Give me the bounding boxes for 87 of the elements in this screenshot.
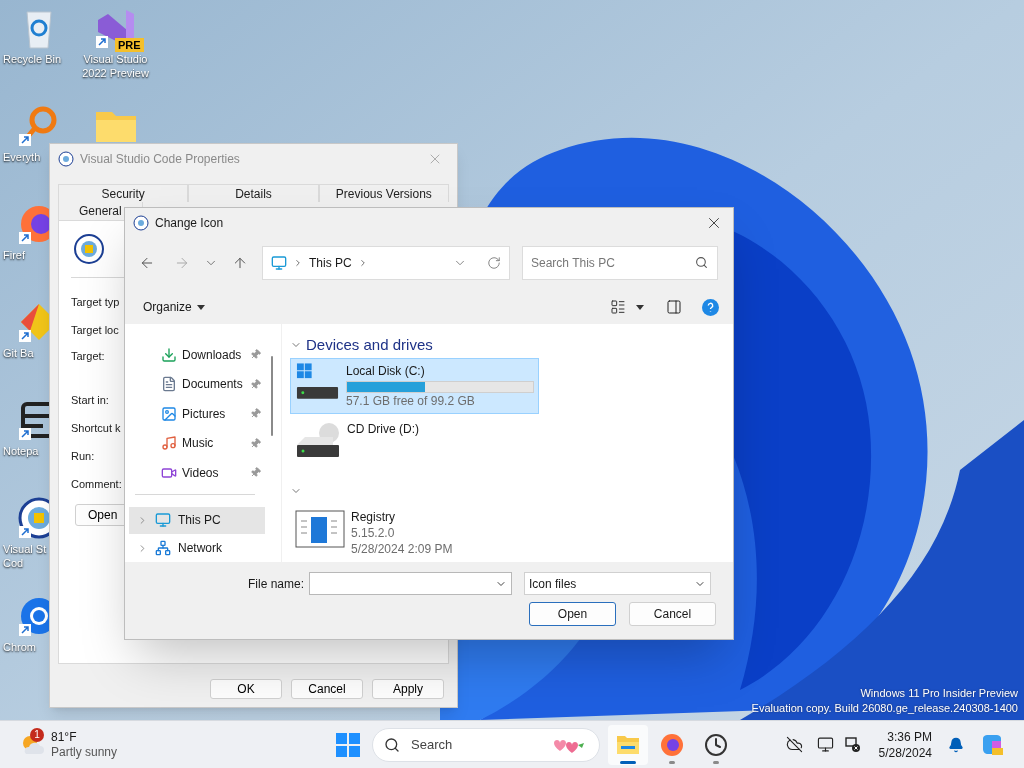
- clock-time[interactable]: 3:36 PM: [887, 728, 932, 745]
- item-name: CD Drive (D:): [347, 421, 420, 437]
- picture-icon: [161, 405, 177, 422]
- shortcut-arrow-icon: [18, 330, 31, 342]
- application-icon: [295, 509, 345, 549]
- shortcut-arrow-icon: [18, 134, 31, 146]
- browser-globe-icon: [660, 732, 685, 757]
- music-icon: [161, 435, 177, 452]
- search-icon: [695, 256, 708, 269]
- tab[interactable]: Security: [58, 184, 189, 202]
- search-field[interactable]: Search This PC: [522, 246, 718, 280]
- crest-icon: [133, 215, 149, 231]
- os-build-notice: Evaluation copy. Build 26080.ge_release.240308-1400: [751, 701, 1018, 716]
- field-label: Comment:: [71, 477, 122, 492]
- dialog-button[interactable]: Cancel: [291, 679, 363, 699]
- network-icon: [155, 540, 171, 557]
- item-detail: 5.15.2.0: [351, 525, 396, 541]
- item-detail: 5/28/2024 2:09 PM: [351, 541, 454, 557]
- folder-icon: [616, 733, 641, 756]
- monitor-icon: [271, 255, 287, 271]
- help-icon[interactable]: [702, 298, 719, 316]
- address-bar[interactable]: This PC: [262, 246, 510, 280]
- start-icon[interactable]: [336, 732, 361, 757]
- crest-icon: [58, 151, 74, 167]
- drive-item[interactable]: Local Disk (C:) 57.1 GB free of 99.2 GB: [290, 358, 539, 414]
- organize-button[interactable]: Organize: [143, 298, 205, 316]
- scrollbar-thumb[interactable]: [271, 356, 273, 436]
- up-icon[interactable]: [232, 255, 248, 271]
- item-name: Registry: [351, 509, 396, 525]
- refresh-icon[interactable]: [487, 256, 501, 270]
- field-label: File name:: [246, 575, 305, 593]
- dialog-button[interactable]: Open: [529, 602, 616, 626]
- field-label: Target:: [71, 349, 105, 364]
- field-label: Target loc: [71, 323, 119, 338]
- nav-item[interactable]: Downloads: [129, 340, 265, 370]
- shortcut-arrow-icon: [18, 526, 31, 538]
- window-title: Visual Studio Code Properties: [80, 151, 240, 168]
- preview-pane-icon[interactable]: [666, 299, 682, 315]
- breadcrumb[interactable]: This PC: [309, 254, 352, 272]
- monitor-icon[interactable]: [816, 736, 834, 753]
- nav-item[interactable]: Videos: [129, 458, 265, 488]
- group-header[interactable]: Devices and drives: [306, 333, 433, 357]
- download-icon: [161, 346, 177, 363]
- shortcut-arrow-icon: [18, 232, 31, 244]
- caret-icon: [196, 304, 205, 310]
- copilot-icon[interactable]: [980, 732, 1004, 757]
- shortcut-arrow-icon: [18, 624, 31, 636]
- nav-item[interactable]: Documents: [129, 369, 265, 400]
- monitor-icon: [155, 512, 171, 529]
- field-label: Target typ: [71, 295, 120, 310]
- crest-icon: [73, 233, 105, 265]
- nav-item[interactable]: Music: [129, 428, 265, 459]
- field-label: Shortcut k: [71, 421, 121, 436]
- cloud-off-icon[interactable]: [785, 736, 803, 753]
- tab[interactable]: Previous Versions: [318, 184, 449, 202]
- notifications-icon[interactable]: [948, 736, 964, 753]
- item-detail: 57.1 GB free of 99.2 GB: [346, 393, 476, 409]
- caret-icon[interactable]: [636, 304, 644, 310]
- preview-badge: PRE: [114, 38, 144, 52]
- dialog-button[interactable]: Apply: [372, 679, 444, 699]
- back-icon[interactable]: [139, 255, 155, 271]
- view-options-icon[interactable]: [610, 299, 626, 315]
- nav-tree-item[interactable]: This PC: [129, 506, 265, 535]
- weather-condition[interactable]: Partly sunny: [51, 744, 118, 760]
- field-label: Start in:: [71, 393, 109, 408]
- clock-icon: [704, 732, 729, 757]
- field-label: Run:: [71, 449, 95, 464]
- network-disconnected-icon[interactable]: [843, 736, 861, 753]
- item-name: Local Disk (C:): [346, 363, 426, 379]
- shortcut-arrow-icon: [18, 428, 31, 440]
- document-icon: [161, 376, 177, 393]
- clock-date[interactable]: 5/28/2024: [878, 744, 932, 761]
- weather-temperature[interactable]: 81°F: [51, 729, 118, 745]
- breadcrumb-separator-icon: [293, 258, 303, 268]
- notification-badge: 1: [30, 727, 44, 742]
- dialog-button[interactable]: OK: [210, 679, 282, 699]
- shortcut-arrow-icon: [95, 36, 108, 48]
- nav-item[interactable]: Pictures: [129, 399, 265, 429]
- taskbar-app[interactable]: [608, 724, 649, 765]
- os-build-notice: Windows 11 Pro Insider Preview: [860, 686, 1018, 701]
- file-type-dropdown[interactable]: Icon files: [524, 572, 711, 595]
- taskbar-search-field[interactable]: Search: [372, 727, 601, 762]
- window-title: Change Icon: [155, 215, 224, 232]
- tab[interactable]: Details: [188, 184, 319, 202]
- file-name-field[interactable]: [309, 572, 512, 595]
- search-icon: [384, 736, 401, 753]
- dialog-button[interactable]: Cancel: [629, 602, 716, 626]
